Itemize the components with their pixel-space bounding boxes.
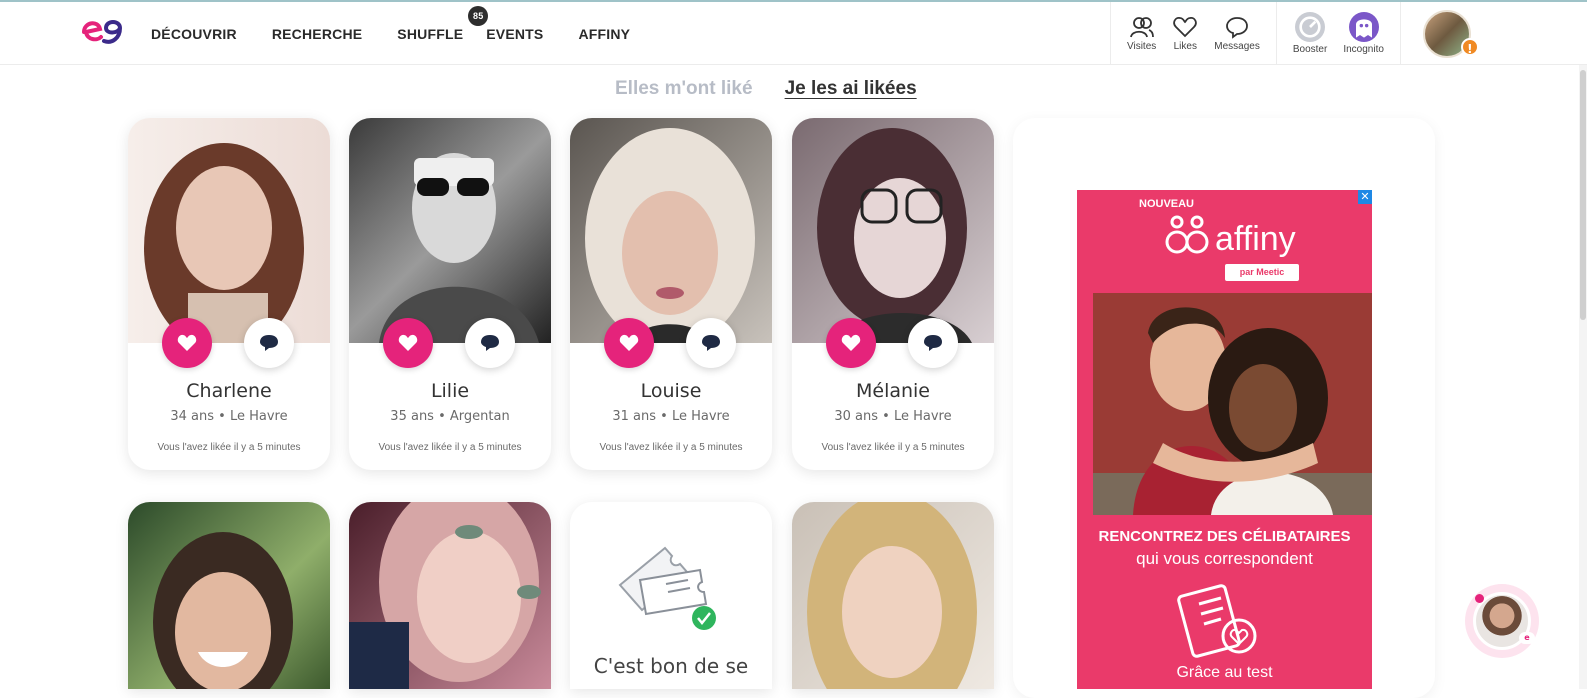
visitors-icon bbox=[1129, 17, 1154, 38]
incognito-label: Incognito bbox=[1343, 44, 1384, 55]
ad-headline: RENCONTREZ DES CÉLIBATAIRES bbox=[1098, 528, 1351, 545]
profile-meta: 31 ans • Le Havre bbox=[612, 409, 730, 424]
chat-icon bbox=[1226, 17, 1248, 39]
boost-group: Booster Incognito bbox=[1275, 2, 1400, 65]
profile-photo[interactable] bbox=[128, 502, 330, 689]
nav-recherche[interactable]: RECHERCHE bbox=[272, 26, 362, 42]
likes-label: Likes bbox=[1173, 41, 1197, 52]
profile-photo[interactable] bbox=[349, 118, 551, 343]
message-button[interactable] bbox=[908, 318, 958, 368]
like-button[interactable] bbox=[162, 318, 212, 368]
booster-icon bbox=[1295, 12, 1326, 42]
profile-group: ! bbox=[1399, 2, 1499, 65]
nav-shuffle[interactable]: SHUFFLE 85 bbox=[397, 5, 489, 42]
test-document-icon bbox=[1177, 584, 1257, 658]
messages-label: Messages bbox=[1214, 41, 1260, 52]
profile-photo[interactable] bbox=[349, 502, 551, 689]
ad-brand: affiny bbox=[1215, 220, 1296, 258]
card-actions bbox=[383, 318, 515, 368]
profile-meta: 34 ans • Le Havre bbox=[170, 409, 288, 424]
header-actions: Visites Likes Messages Booster Incognito… bbox=[1110, 2, 1499, 65]
visites-button[interactable]: Visites bbox=[1127, 2, 1156, 65]
profile-card[interactable] bbox=[128, 502, 330, 689]
nav-events[interactable]: EVENTS bbox=[486, 26, 543, 42]
heart-icon bbox=[841, 334, 861, 351]
ghost-icon bbox=[1348, 12, 1379, 42]
ad-subline: qui vous correspondent bbox=[1136, 549, 1313, 568]
ad-par-meetic: par Meetic bbox=[1225, 264, 1299, 281]
card-actions bbox=[604, 318, 736, 368]
chat-bubble-icon bbox=[702, 335, 720, 351]
ad-photo bbox=[1093, 293, 1372, 515]
like-button[interactable] bbox=[383, 318, 433, 368]
card-actions bbox=[826, 318, 958, 368]
message-button[interactable] bbox=[686, 318, 736, 368]
like-button[interactable] bbox=[826, 318, 876, 368]
ad-footer-text: Grâce au test bbox=[1176, 664, 1273, 681]
chat-bubble-icon bbox=[924, 335, 942, 351]
profile-avatar-button[interactable]: ! bbox=[1422, 9, 1479, 58]
profile-photo[interactable] bbox=[792, 502, 994, 689]
activity-group: Visites Likes Messages bbox=[1110, 2, 1276, 65]
promo-card[interactable]: C'est bon de se bbox=[570, 502, 772, 689]
profile-card[interactable]: Charlene 34 ans • Le Havre Vous l'avez l… bbox=[128, 118, 330, 470]
heart-icon bbox=[177, 334, 197, 351]
notification-dot bbox=[1475, 594, 1484, 603]
mini-logo-icon: e bbox=[1519, 632, 1535, 644]
tab-je-les-ai-likees[interactable]: Je les ai likées bbox=[785, 78, 917, 100]
profile-photo[interactable] bbox=[570, 118, 772, 343]
profile-card[interactable] bbox=[792, 502, 994, 689]
heart-icon bbox=[1173, 17, 1197, 38]
like-button[interactable] bbox=[604, 318, 654, 368]
heart-icon bbox=[398, 334, 418, 351]
profile-card[interactable]: Louise 31 ans • Le Havre Vous l'avez lik… bbox=[570, 118, 772, 470]
profile-photo[interactable] bbox=[128, 118, 330, 343]
profile-name: Louise bbox=[640, 380, 702, 402]
assistant-chat-bubble[interactable]: e bbox=[1465, 584, 1539, 658]
liked-time: Vous l'avez likée il y a 5 minutes bbox=[157, 442, 301, 453]
promo-text: C'est bon de se bbox=[593, 654, 749, 678]
profile-card[interactable]: Lilie 35 ans • Argentan Vous l'avez liké… bbox=[349, 118, 551, 470]
main-nav: DÉCOUVRIR RECHERCHE SHUFFLE 85 EVENTS AF… bbox=[151, 2, 665, 65]
tab-elles-mont-like[interactable]: Elles m'ont liké bbox=[615, 78, 753, 100]
affiny-logo-icon bbox=[1165, 215, 1209, 254]
liked-time: Vous l'avez likée il y a 5 minutes bbox=[821, 442, 965, 453]
ticket-check-icon bbox=[618, 546, 716, 630]
profile-name: Charlene bbox=[186, 380, 272, 402]
affiny-ad[interactable]: ✕ NOUVEAU affiny par Meetic RENCONTREZ D… bbox=[1077, 190, 1372, 689]
nav-affiny[interactable]: AFFINY bbox=[578, 26, 630, 42]
nav-decouvrir[interactable]: DÉCOUVRIR bbox=[151, 26, 237, 42]
shuffle-count-badge: 85 bbox=[468, 5, 489, 26]
top-header: DÉCOUVRIR RECHERCHE SHUFFLE 85 EVENTS AF… bbox=[0, 2, 1587, 65]
liked-time: Vous l'avez likée il y a 5 minutes bbox=[378, 442, 522, 453]
booster-label: Booster bbox=[1292, 44, 1328, 55]
scrollbar-thumb[interactable] bbox=[1580, 70, 1586, 320]
chat-bubble-icon bbox=[481, 335, 499, 351]
messages-button[interactable]: Messages bbox=[1214, 2, 1260, 65]
visites-label: Visites bbox=[1127, 41, 1157, 52]
ad-close-icon[interactable]: ✕ bbox=[1358, 190, 1372, 204]
likes-tabs: Elles m'ont liké Je les ai likées bbox=[615, 78, 917, 100]
profile-meta: 30 ans • Le Havre bbox=[834, 409, 952, 424]
profile-card[interactable] bbox=[349, 502, 551, 689]
likes-button[interactable]: Likes bbox=[1172, 2, 1198, 65]
profile-name: Mélanie bbox=[855, 380, 930, 402]
profile-card[interactable]: Mélanie 30 ans • Le Havre Vous l'avez li… bbox=[792, 118, 994, 470]
ad-nouveau: NOUVEAU bbox=[1139, 198, 1195, 210]
logo[interactable] bbox=[80, 16, 124, 46]
card-actions bbox=[162, 318, 294, 368]
heart-icon bbox=[619, 334, 639, 351]
chat-bubble-icon bbox=[260, 335, 278, 351]
warning-badge: ! bbox=[1460, 37, 1479, 56]
message-button[interactable] bbox=[465, 318, 515, 368]
booster-button[interactable]: Booster bbox=[1293, 2, 1327, 65]
profile-meta: 35 ans • Argentan bbox=[390, 409, 510, 424]
profile-name: Lilie bbox=[430, 380, 470, 402]
incognito-button[interactable]: Incognito bbox=[1343, 2, 1384, 65]
message-button[interactable] bbox=[244, 318, 294, 368]
liked-time: Vous l'avez likée il y a 5 minutes bbox=[599, 442, 743, 453]
profile-photo[interactable] bbox=[792, 118, 994, 343]
